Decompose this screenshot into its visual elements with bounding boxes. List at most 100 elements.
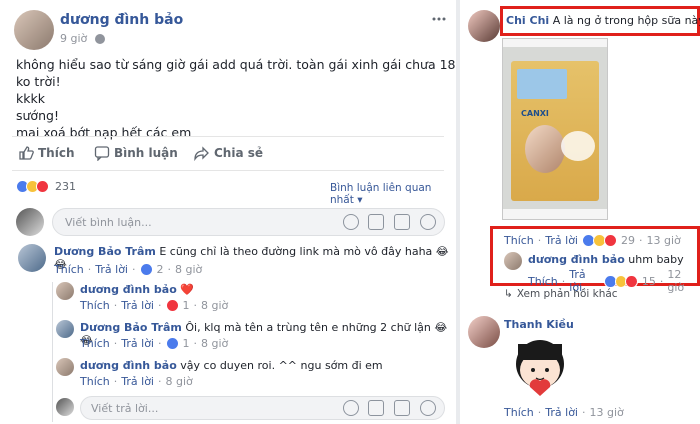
- comment-reply-link[interactable]: Trả lời: [545, 406, 578, 419]
- comment-reaction-count[interactable]: 29: [621, 234, 635, 247]
- comment-photo[interactable]: CANXI: [502, 38, 608, 220]
- gif-icon[interactable]: [394, 214, 411, 230]
- post-line: kkkk: [16, 91, 45, 106]
- sticker-icon[interactable]: [420, 214, 436, 230]
- reaction-summary[interactable]: 231: [16, 180, 76, 193]
- like-label: Thích: [38, 146, 75, 160]
- reply-author[interactable]: dương đình bảo: [80, 359, 177, 372]
- privacy-globe-icon: [95, 33, 106, 44]
- post-time: 9 giờ: [60, 32, 106, 45]
- post-options-icon[interactable]: [432, 10, 446, 21]
- view-more-replies-link[interactable]: ↳ Xem phản hồi khác: [504, 288, 618, 300]
- comment-time[interactable]: 13 giờ: [647, 234, 681, 247]
- love-reaction-icon: [36, 180, 49, 193]
- comment-time[interactable]: 8 giờ: [175, 263, 202, 276]
- reply: dương đình bảo vậy co duyen roi. ^^ ngu …: [80, 359, 383, 372]
- commenter-avatar[interactable]: [468, 10, 500, 42]
- reply-time[interactable]: 8 giờ: [166, 375, 193, 388]
- share-arrow-icon: [194, 146, 209, 161]
- comment-author[interactable]: Dương Bảo Trâm: [54, 245, 156, 258]
- comment-reply-link[interactable]: Trả lời: [545, 234, 578, 247]
- reply-text: ❤️: [180, 283, 194, 296]
- post-line: không hiểu sao từ sáng giờ gái add quá t…: [16, 57, 456, 89]
- love-reaction-icon: [165, 299, 179, 312]
- like-button[interactable]: Thích: [18, 145, 75, 161]
- comment-text: A là ng ở trong hộp sữa này ạ 😊: [552, 14, 700, 27]
- comment-author[interactable]: Thanh Kiều: [504, 318, 574, 331]
- comment-label: Bình luận: [114, 146, 178, 160]
- more-replies-label: Xem phản hồi khác: [516, 288, 618, 300]
- sort-label: Bình luận liên quan nhất: [330, 182, 432, 206]
- reply-time[interactable]: 8 giờ: [201, 299, 228, 312]
- love-reaction-icon: [625, 274, 638, 288]
- reply-actions: Thích · Trả lời · 1 · 8 giờ: [80, 337, 229, 350]
- reply-time[interactable]: 8 giờ: [201, 337, 228, 350]
- comment-sort-dropdown[interactable]: Bình luận liên quan nhất ▾: [330, 182, 456, 206]
- reply-reply-link[interactable]: Trả lời: [121, 375, 154, 388]
- sticker-icon[interactable]: [420, 400, 436, 416]
- reply-input[interactable]: Viết trả lời...: [80, 396, 445, 420]
- post-time-text[interactable]: 9 giờ: [60, 32, 87, 45]
- emoji-icon[interactable]: [342, 400, 359, 416]
- comment-reply-link[interactable]: Trả lời: [95, 263, 128, 276]
- gif-icon[interactable]: [394, 400, 411, 416]
- comment-actions: Thích · Trả lời · 2 · 8 giờ: [54, 263, 203, 276]
- camera-icon[interactable]: [368, 214, 385, 230]
- sticker-image: [510, 334, 570, 398]
- reply-reaction-count[interactable]: 1: [183, 299, 190, 312]
- comment-input-placeholder: Viết bình luận...: [65, 216, 152, 229]
- reply-author[interactable]: dương đình bảo: [80, 283, 177, 296]
- commenter-avatar[interactable]: [468, 316, 500, 348]
- reply-reaction-count[interactable]: 15: [642, 275, 656, 288]
- comment-author[interactable]: Chi Chi: [506, 14, 549, 27]
- reply-like-link[interactable]: Thích: [80, 337, 110, 350]
- reply-reply-link[interactable]: Trả lời: [121, 299, 154, 312]
- current-user-avatar: [56, 398, 74, 416]
- reply-avatar[interactable]: [56, 320, 74, 338]
- milk-carton: CANXI: [511, 61, 599, 201]
- comment-time[interactable]: 13 giờ: [590, 406, 624, 419]
- reply: dương đình bảo uhm baby: [528, 253, 684, 266]
- reply-author[interactable]: dương đình bảo: [528, 253, 625, 266]
- reply-actions: Thích · Trả lời · 8 giờ: [80, 375, 193, 388]
- comment-reaction-count[interactable]: 2: [157, 263, 164, 276]
- comment-thread-panel: Chi Chi A là ng ở trong hộp sữa này ạ 😊 …: [460, 0, 700, 424]
- reply-like-link[interactable]: Thích: [528, 275, 558, 288]
- commenter-avatar[interactable]: [18, 244, 46, 272]
- comment-actions: Thích · Trả lời · 13 giờ: [504, 406, 624, 419]
- reply-author[interactable]: Dương Bảo Trâm: [80, 321, 182, 334]
- reply-reaction-count[interactable]: 1: [183, 337, 190, 350]
- reply-reply-link[interactable]: Trả lời: [121, 337, 154, 350]
- post-author-name[interactable]: dương đình bảo: [60, 12, 183, 28]
- current-user-avatar: [16, 208, 44, 236]
- reply-like-link[interactable]: Thích: [80, 299, 110, 312]
- reaction-count: 231: [55, 180, 76, 193]
- reply-input-icons: [337, 400, 436, 419]
- divider: [12, 136, 444, 137]
- reply-arrow-icon: ↳: [504, 288, 513, 300]
- comment-bubble-icon: [94, 146, 110, 161]
- camera-icon[interactable]: [368, 400, 385, 416]
- comment-input[interactable]: Viết bình luận...: [52, 208, 445, 236]
- love-reaction-icon: [604, 234, 617, 247]
- reply-avatar[interactable]: [56, 282, 74, 300]
- reply-text: vậy co duyen roi. ^^ ngu sớm đi em: [180, 359, 383, 372]
- reply-avatar[interactable]: [504, 252, 522, 270]
- emoji-icon[interactable]: [342, 214, 359, 230]
- like-reaction-icon: [165, 337, 179, 350]
- comment-button[interactable]: Bình luận: [94, 145, 178, 161]
- share-label: Chia sẻ: [214, 146, 264, 160]
- reply-like-link[interactable]: Thích: [80, 375, 110, 388]
- reply-avatar[interactable]: [56, 358, 74, 376]
- reply-time[interactable]: 12 giờ: [667, 268, 700, 294]
- like-reaction-icon: [139, 263, 153, 276]
- reply-thread-line: [52, 282, 53, 422]
- comment-like-link[interactable]: Thích: [504, 234, 534, 247]
- comment-like-link[interactable]: Thích: [54, 263, 84, 276]
- share-button[interactable]: Chia sẻ: [194, 145, 263, 161]
- post-line: sướng!: [16, 108, 59, 123]
- chevron-down-icon: ▾: [357, 194, 363, 206]
- post-author-avatar[interactable]: [14, 10, 54, 50]
- comment-like-link[interactable]: Thích: [504, 406, 534, 419]
- carton-label: CANXI: [521, 109, 549, 118]
